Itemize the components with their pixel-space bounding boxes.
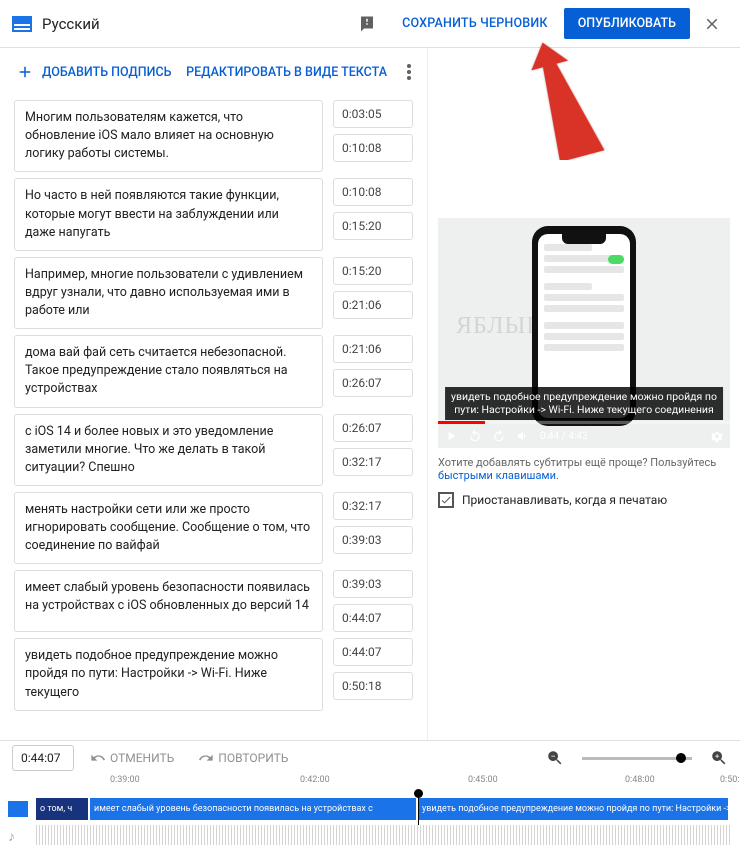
audio-waveform: ♪ <box>36 825 730 845</box>
caption-end-time[interactable]: 0:21:06 <box>333 291 413 319</box>
caption-text[interactable]: с iOS 14 и более новых и это уведомление… <box>14 414 323 486</box>
language-title: Русский <box>42 15 100 33</box>
timeline-tick: 0:48:00 <box>625 775 655 785</box>
caption-row: увидеть подобное предупреждение можно пр… <box>14 638 413 710</box>
caption-start-time[interactable]: 0:44:07 <box>333 638 413 666</box>
video-preview[interactable]: ЯБЛЫК увидеть подобное предупреждение <box>438 218 730 448</box>
timeline-segment[interactable]: имеет слабый уровень безопасности появил… <box>90 798 418 820</box>
caption-start-time[interactable]: 0:21:06 <box>333 335 413 363</box>
watermark: ЯБЛЫК <box>456 313 543 340</box>
report-icon[interactable] <box>358 15 376 33</box>
pause-typing-label: Приостанавливать, когда я печатаю <box>462 493 667 507</box>
zoom-in-icon[interactable] <box>710 749 728 767</box>
caption-end-time[interactable]: 0:15:20 <box>333 212 413 240</box>
add-caption-button[interactable]: добавить подпись <box>16 63 171 81</box>
caption-overlay: увидеть подобное предупреждение можно пр… <box>445 387 723 420</box>
annotation-arrow <box>500 40 610 160</box>
caption-start-time[interactable]: 0:39:03 <box>333 570 413 598</box>
caption-text[interactable]: менять настройки сети или же просто игно… <box>14 492 323 564</box>
subtitle-track-icon <box>8 801 28 817</box>
caption-start-time[interactable]: 0:03:05 <box>333 100 413 128</box>
settings-icon[interactable] <box>710 429 724 443</box>
timeline: 0:44:07 Отменить Повторить 0:39:00 0:42:0… <box>0 740 740 824</box>
forward-icon[interactable] <box>492 429 506 443</box>
caption-row: имеет слабый уровень безопасности появил… <box>14 570 413 632</box>
video-controls: 0:44 / 4:43 <box>438 424 730 448</box>
caption-end-time[interactable]: 0:26:07 <box>333 369 413 397</box>
caption-end-time[interactable]: 0:32:17 <box>333 448 413 476</box>
caption-row: Но часто в ней появляются такие функции,… <box>14 178 413 250</box>
caption-start-time[interactable]: 0:26:07 <box>333 414 413 442</box>
rewind-icon[interactable] <box>468 429 482 443</box>
shortcut-link[interactable]: быстрыми клавишами <box>438 469 556 482</box>
caption-start-time[interactable]: 0:15:20 <box>333 257 413 285</box>
caption-row: с iOS 14 и более новых и это уведомление… <box>14 414 413 486</box>
play-icon[interactable] <box>444 429 458 443</box>
caption-text[interactable]: имеет слабый уровень безопасности появил… <box>14 570 323 632</box>
caption-end-time[interactable]: 0:39:03 <box>333 526 413 554</box>
language-icon <box>12 16 32 32</box>
volume-icon[interactable] <box>516 429 530 443</box>
save-draft-button[interactable]: сохранить черновик <box>390 8 560 39</box>
zoom-slider[interactable] <box>582 757 692 760</box>
caption-end-time[interactable]: 0:50:18 <box>333 672 413 700</box>
zoom-out-icon[interactable] <box>546 749 564 767</box>
redo-button[interactable]: Повторить <box>190 750 296 766</box>
pause-typing-checkbox[interactable] <box>438 492 454 508</box>
caption-row: Например, многие пользователи с удивлени… <box>14 257 413 329</box>
edit-as-text-button[interactable]: редактировать в виде текста <box>186 65 397 80</box>
caption-end-time[interactable]: 0:44:07 <box>333 604 413 632</box>
more-menu-button[interactable] <box>397 60 421 84</box>
timeline-tick: 0:45:00 <box>468 775 498 785</box>
timeline-segment[interactable]: увидеть подобное предупреждение можно пр… <box>418 798 730 820</box>
close-button[interactable] <box>696 8 728 40</box>
publish-button[interactable]: опубликовать <box>564 8 690 39</box>
timeline-track[interactable]: о том, ч имеет слабый уровень безопаснос… <box>0 793 740 825</box>
caption-text[interactable]: Например, многие пользователи с удивлени… <box>14 257 323 329</box>
caption-row: Многим пользователям кажется, что обновл… <box>14 100 413 172</box>
timeline-segment[interactable]: о том, ч <box>36 798 90 820</box>
timeline-current-time[interactable]: 0:44:07 <box>12 745 74 771</box>
caption-editor-pane: добавить подпись редактировать в виде те… <box>0 48 428 740</box>
caption-text[interactable]: Но часто в ней появляются такие функции,… <box>14 178 323 250</box>
timeline-tick: 0:42:00 <box>300 775 330 785</box>
playhead[interactable] <box>418 793 419 825</box>
caption-start-time[interactable]: 0:10:08 <box>333 178 413 206</box>
caption-row: менять настройки сети или же просто игно… <box>14 492 413 564</box>
caption-row: дома вай фай сеть считается небезопасной… <box>14 335 413 407</box>
undo-button[interactable]: Отменить <box>82 750 182 766</box>
caption-text[interactable]: дома вай фай сеть считается небезопасной… <box>14 335 323 407</box>
caption-end-time[interactable]: 0:10:08 <box>333 134 413 162</box>
caption-text[interactable]: увидеть подобное предупреждение можно пр… <box>14 638 323 710</box>
video-time: 0:44 / 4:43 <box>540 431 588 442</box>
caption-start-time[interactable]: 0:32:17 <box>333 492 413 520</box>
caption-text[interactable]: Многим пользователям кажется, что обновл… <box>14 100 323 172</box>
timeline-tick: 0:39:00 <box>110 775 140 785</box>
music-note-icon: ♪ <box>8 828 15 845</box>
timeline-tick: 0:50:00 <box>720 775 740 785</box>
shortcut-hint: Хотите добавлять субтитры ещё проще? Пол… <box>438 456 730 482</box>
